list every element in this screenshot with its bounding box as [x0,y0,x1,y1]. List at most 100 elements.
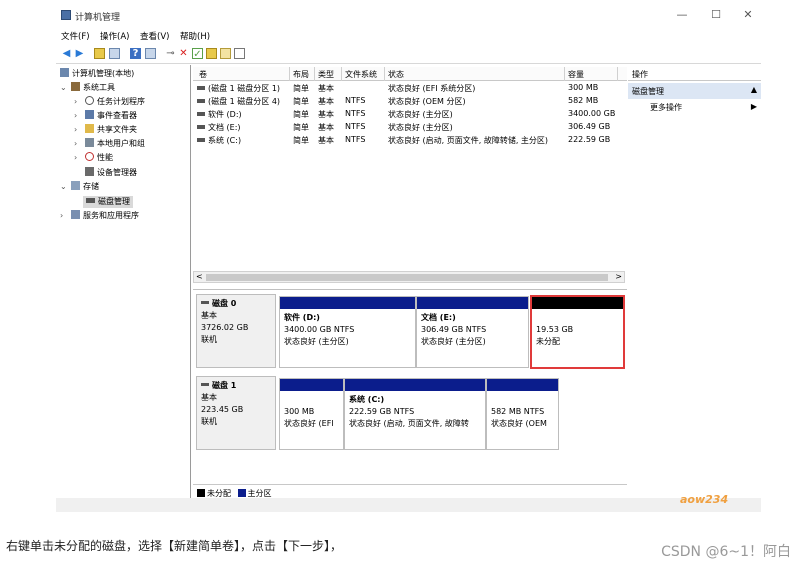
maximize-button[interactable]: ☐ [704,6,728,24]
scroll-right-icon[interactable]: > [615,272,622,281]
computer-icon [60,68,69,77]
more-actions-label: 更多操作 [650,103,682,112]
storage-icon [71,181,80,190]
table-row[interactable]: 文档 (E:) 简单 基本 NTFS 状态良好 (主分区) 306.49 GB [193,121,627,134]
table-row[interactable]: (磁盘 1 磁盘分区 4) 简单 基本 NTFS 状态良好 (OEM 分区) 5… [193,95,627,108]
submenu-arrow-icon[interactable]: ▶ [751,102,757,111]
help-icon[interactable]: ? [130,48,141,59]
partition-size: 582 MB NTFS [491,407,545,416]
collapse-arrow-icon[interactable]: ⌄ [60,83,67,92]
tree-item-disk-management[interactable]: 磁盘管理 [83,196,133,208]
partition-software-d[interactable]: 软件 (D:) 3400.00 GB NTFS 状态良好 (主分区) [279,296,416,368]
partition-unallocated[interactable]: 19.53 GB 未分配 [530,295,625,369]
partition-size: 19.53 GB [536,325,574,334]
table-row[interactable]: 系统 (C:) 简单 基本 NTFS 状态良好 (启动, 页面文件, 故障转储,… [193,134,627,147]
expand-arrow-icon[interactable]: › [74,139,77,148]
caption-text: 右键单击未分配的磁盘，选择【新建简单卷】，点击【下一步】， [6,539,343,553]
table-row[interactable]: 软件 (D:) 简单 基本 NTFS 状态良好 (主分区) 3400.00 GB [193,108,627,121]
computer-management-window: 计算机管理 — ☐ ✕ 文件(F) 操作(A) 查看(V) 帮助(H) ◀ ▶ … [56,0,761,512]
folder-icon[interactable] [206,48,217,59]
volume-icon [197,112,205,116]
tree-item-label: 任务计划程序 [97,97,145,106]
column-header-capacity[interactable]: 容量 [568,69,584,80]
partition-size: 222.59 GB NTFS [349,407,415,416]
scroll-left-icon[interactable]: < [196,272,203,281]
disk-0-info[interactable]: 磁盘 0 基本 3726.02 GB 联机 [196,294,276,368]
disk-status: 联机 [201,417,217,426]
tree-item-shared-folders[interactable]: 共享文件夹 [85,124,137,136]
cell-capacity: 3400.00 GB [568,109,616,118]
partition-documents-e[interactable]: 文档 (E:) 306.49 GB NTFS 状态良好 (主分区) [416,296,529,368]
cell-status: 状态良好 (启动, 页面文件, 故障转储, 主分区) [388,136,549,145]
cell-volume: 系统 (C:) [208,136,242,145]
partition-color-bar [532,297,623,309]
column-header-volume[interactable]: 卷 [199,69,207,80]
tree-item-device-manager[interactable]: 设备管理器 [85,167,137,179]
connect-icon[interactable]: ⊸ [165,48,176,59]
disk-graphic-view: 磁盘 0 基本 3726.02 GB 联机 软件 (D:) 3400.00 GB… [193,289,627,502]
column-header-type[interactable]: 类型 [318,69,334,80]
column-header-status[interactable]: 状态 [388,69,404,80]
cell-type: 基本 [318,123,334,132]
more-actions[interactable]: 更多操作 [650,102,682,113]
expand-arrow-icon[interactable]: › [74,111,77,120]
properties-icon[interactable] [145,48,156,59]
disk-1-info[interactable]: 磁盘 1 基本 223.45 GB 联机 [196,376,276,450]
tree-item-label: 共享文件夹 [97,125,137,134]
up-folder-icon[interactable] [94,48,105,59]
partition-status: 状态良好 (OEM [491,419,547,428]
tree-root[interactable]: 计算机管理(本地) [60,68,134,80]
expand-arrow-icon[interactable]: › [60,211,63,220]
forward-icon[interactable]: ▶ [74,48,85,59]
users-icon [85,138,94,147]
delete-icon[interactable]: ✕ [178,48,189,59]
partition-oem[interactable]: 582 MB NTFS 状态良好 (OEM [486,378,559,450]
tree-item-local-users[interactable]: 本地用户和组 [85,138,145,150]
partition-status: 状态良好 (EFI [284,419,334,428]
horizontal-scrollbar[interactable]: < > [193,271,625,283]
actions-header: 操作 [628,67,761,81]
tree-item-services-apps[interactable]: 服务和应用程序 [71,210,139,222]
tools-icon [71,82,80,91]
column-header-filesystem[interactable]: 文件系统 [345,69,377,80]
tree-item-storage[interactable]: 存储 [71,181,99,193]
show-tree-icon[interactable] [109,48,120,59]
tree-item-event-viewer[interactable]: 事件查看器 [85,110,137,122]
search-icon[interactable] [220,48,231,59]
actions-group-disk-management[interactable]: 磁盘管理 ▲ [628,83,761,99]
menu-file[interactable]: 文件(F) [61,30,90,42]
cell-status: 状态良好 (主分区) [388,123,453,132]
menu-help[interactable]: 帮助(H) [180,30,210,42]
table-row[interactable]: (磁盘 1 磁盘分区 1) 简单 基本 状态良好 (EFI 系统分区) 300 … [193,82,627,95]
tree-item-label: 本地用户和组 [97,139,145,148]
cell-layout: 简单 [293,123,309,132]
expand-arrow-icon[interactable]: › [74,125,77,134]
toolbar: ◀ ▶ ? ⊸ ✕ ✓ [56,44,761,64]
check-icon[interactable]: ✓ [192,48,203,60]
partition-system-c[interactable]: 系统 (C:) 222.59 GB NTFS 状态良好 (启动, 页面文件, 故… [344,378,486,450]
partition-title: 软件 (D:) [284,313,320,322]
volume-icon [197,86,205,90]
tree-item-task-scheduler[interactable]: 任务计划程序 [85,96,145,108]
menu-action[interactable]: 操作(A) [100,30,129,42]
menu-view[interactable]: 查看(V) [140,30,169,42]
collapse-icon[interactable]: ▲ [751,85,757,94]
console-icon[interactable] [234,48,245,59]
tree-item-system-tools[interactable]: 系统工具 [71,82,115,94]
expand-arrow-icon[interactable]: › [74,153,77,162]
expand-arrow-icon[interactable]: › [74,97,77,106]
partition-efi[interactable]: 300 MB 状态良好 (EFI [279,378,344,450]
disk-icon [86,198,95,203]
cell-capacity: 300 MB [568,83,599,92]
minimize-button[interactable]: — [670,6,694,24]
close-button[interactable]: ✕ [736,6,760,24]
scrollbar-thumb[interactable] [206,274,608,281]
cell-type: 基本 [318,110,334,119]
cell-volume: 文档 (E:) [208,123,241,132]
cell-filesystem: NTFS [345,122,366,131]
tree-item-performance[interactable]: 性能 [85,152,113,164]
status-bar [56,498,761,512]
column-header-layout[interactable]: 布局 [293,69,309,80]
collapse-arrow-icon[interactable]: ⌄ [60,182,67,191]
back-icon[interactable]: ◀ [61,48,72,59]
